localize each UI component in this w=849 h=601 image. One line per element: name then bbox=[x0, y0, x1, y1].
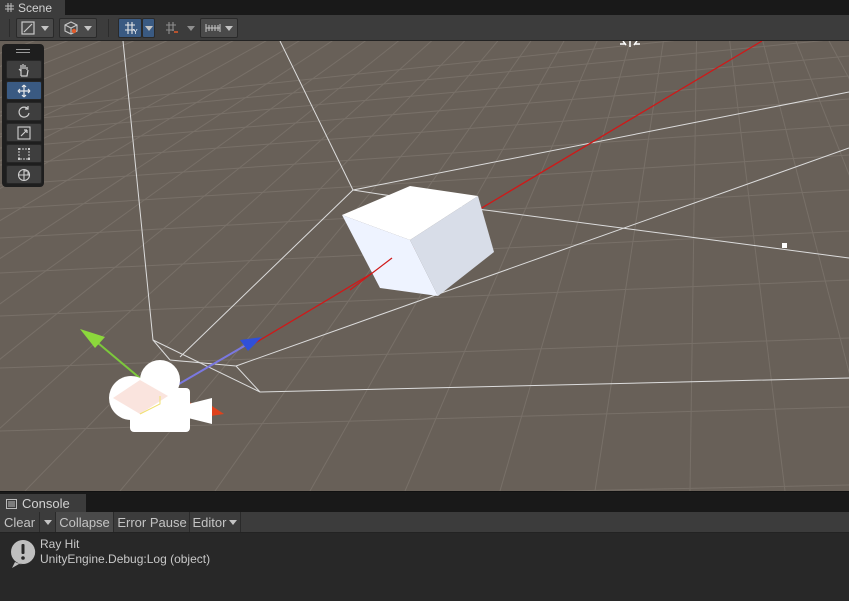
scale-tool[interactable] bbox=[6, 123, 42, 142]
scene-tab-bar: Scene bbox=[0, 0, 849, 15]
gizmo-cube-icon bbox=[64, 21, 78, 35]
console-list-icon bbox=[6, 498, 17, 509]
transform-tool[interactable] bbox=[6, 165, 42, 184]
chevron-down-icon bbox=[186, 25, 195, 31]
chevron-down-icon bbox=[43, 519, 52, 525]
rect-transform-icon bbox=[17, 147, 31, 161]
move-arrows-icon bbox=[17, 84, 31, 98]
hand-tool[interactable] bbox=[6, 60, 42, 79]
grid-snap-button[interactable] bbox=[160, 18, 184, 38]
collapse-toggle[interactable]: Collapse bbox=[56, 512, 114, 532]
clear-button[interactable]: Clear bbox=[0, 512, 40, 532]
console-tab-label: Console bbox=[22, 496, 70, 511]
info-exclamation-icon bbox=[9, 539, 37, 572]
collapse-toggle-label: Collapse bbox=[59, 514, 110, 530]
console-toolbar: Clear Collapse Error Pause Editor bbox=[0, 512, 849, 533]
debug-ray bbox=[249, 41, 763, 347]
move-tool[interactable] bbox=[6, 81, 42, 100]
chevron-down-icon bbox=[225, 25, 233, 31]
tab-scene[interactable]: Scene bbox=[0, 0, 66, 15]
log-entry[interactable]: Ray Hit UnityEngine.Debug:Log (object) bbox=[0, 537, 849, 571]
camera-frustum bbox=[122, 41, 849, 393]
rotate-icon bbox=[17, 105, 31, 119]
grid-y-icon: Y bbox=[123, 21, 139, 35]
error-pause-toggle-label: Error Pause bbox=[117, 514, 187, 530]
error-pause-toggle[interactable]: Error Pause bbox=[115, 512, 190, 532]
tab-console[interactable]: Console bbox=[0, 494, 86, 513]
clear-button-label: Clear bbox=[3, 514, 36, 530]
camera-icon bbox=[109, 360, 212, 432]
draw-mode-dropdown[interactable] bbox=[16, 18, 54, 38]
increment-snap-icon bbox=[205, 21, 221, 35]
log-stacktrace: UnityEngine.Debug:Log (object) bbox=[40, 552, 211, 566]
grid-options-dropdown[interactable] bbox=[142, 18, 155, 38]
frustum-handle bbox=[782, 243, 787, 248]
console-tab-bar: Console bbox=[0, 491, 849, 513]
console-log-list: Ray Hit UnityEngine.Debug:Log (object) bbox=[0, 533, 849, 601]
rect-tool[interactable] bbox=[6, 144, 42, 163]
editor-dropdown-label: Editor bbox=[192, 514, 227, 530]
scene-canvas bbox=[0, 41, 849, 491]
rotate-tool[interactable] bbox=[6, 102, 42, 121]
scale-icon bbox=[17, 125, 31, 140]
palette-drag-handle[interactable] bbox=[16, 49, 30, 54]
transform-icon bbox=[17, 168, 31, 182]
log-message: Ray Hit bbox=[40, 537, 80, 551]
grid-visibility-button[interactable]: Y bbox=[118, 18, 142, 38]
scene-tab-label: Scene bbox=[18, 0, 53, 15]
chevron-down-icon bbox=[229, 519, 238, 525]
chevron-down-icon bbox=[144, 25, 153, 31]
scene-viewport[interactable] bbox=[0, 41, 849, 491]
toolbar-separator bbox=[9, 19, 10, 37]
scene-toolbar: Y bbox=[0, 15, 849, 41]
cube-object bbox=[342, 186, 494, 296]
shading-mode-icon bbox=[21, 21, 35, 35]
clear-options-dropdown[interactable] bbox=[40, 512, 56, 532]
chevron-down-icon bbox=[41, 25, 49, 31]
toolbar-separator bbox=[108, 19, 109, 37]
tool-palette bbox=[2, 44, 44, 187]
svg-text:Y: Y bbox=[133, 29, 138, 35]
increment-snap-dropdown[interactable] bbox=[200, 18, 238, 38]
grid-snap-icon bbox=[164, 21, 180, 35]
gizmo-render-dropdown[interactable] bbox=[59, 18, 97, 38]
hand-icon bbox=[17, 63, 31, 77]
grid-snap-dropdown[interactable] bbox=[184, 18, 197, 38]
chevron-down-icon bbox=[84, 25, 92, 31]
editor-dropdown[interactable]: Editor bbox=[190, 512, 241, 532]
grid-hash-icon bbox=[5, 3, 14, 12]
